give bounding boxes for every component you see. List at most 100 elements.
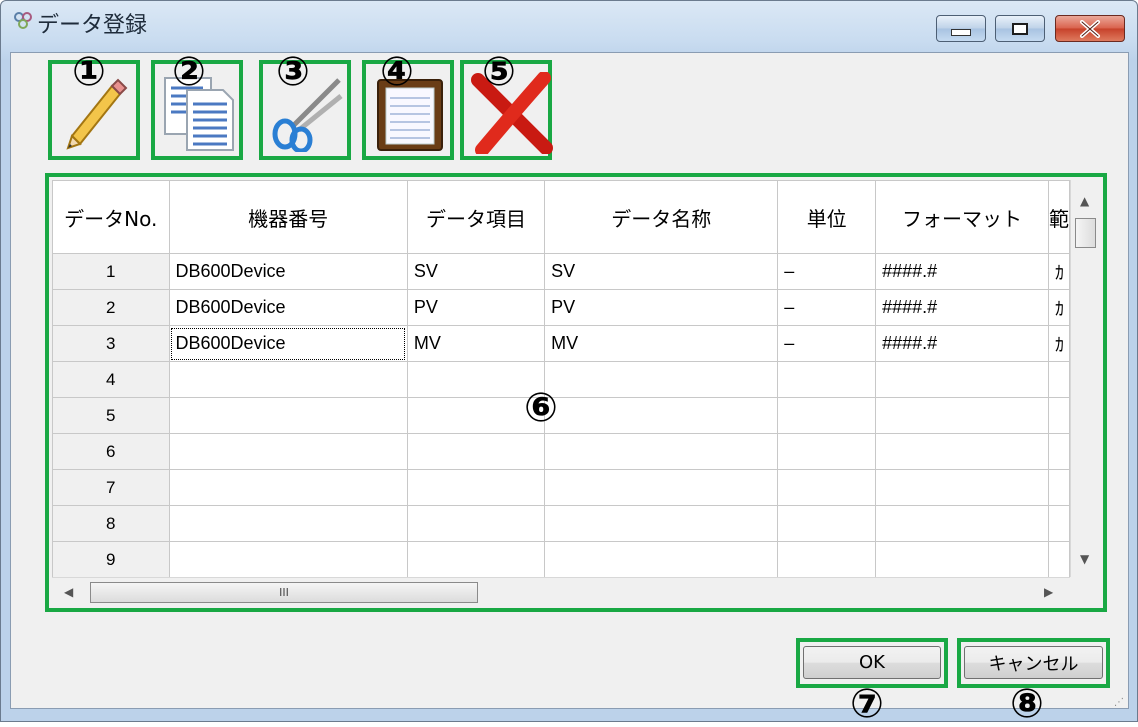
cell-format[interactable] xyxy=(875,505,1049,542)
cell-data-name[interactable]: PV xyxy=(544,289,779,326)
cell-unit[interactable] xyxy=(777,397,877,434)
cell-data-name[interactable]: MV xyxy=(544,325,779,362)
cell-data-name[interactable] xyxy=(544,469,779,506)
cell-device-number[interactable]: DB600Device xyxy=(168,325,408,362)
table-row[interactable]: 1 DB600Device SV SV – ####.# ｶ xyxy=(52,253,1070,290)
cell-format[interactable]: ####.# xyxy=(875,325,1049,362)
cell-data-name[interactable] xyxy=(544,397,779,434)
cell-data-name[interactable] xyxy=(544,541,779,577)
cell-device-number[interactable] xyxy=(168,361,408,398)
column-header-data-item[interactable]: データ項目 xyxy=(406,180,546,254)
cell-range[interactable] xyxy=(1047,361,1070,398)
cell-format[interactable] xyxy=(875,433,1049,470)
scroll-grip: III xyxy=(279,586,289,599)
cell-device-number[interactable]: DB600Device xyxy=(168,253,408,290)
row-number[interactable]: 3 xyxy=(52,325,170,362)
cell-data-item[interactable] xyxy=(406,469,546,506)
cell-data-item[interactable] xyxy=(406,505,546,542)
row-number[interactable]: 5 xyxy=(52,397,170,434)
marker-5: ⑤ xyxy=(482,49,516,95)
row-number[interactable]: 4 xyxy=(52,361,170,398)
table-row[interactable]: 6 xyxy=(52,433,1070,470)
app-icon xyxy=(14,12,32,29)
column-header-range[interactable]: 範 xyxy=(1047,180,1070,254)
column-header-format[interactable]: フォーマット xyxy=(875,180,1049,254)
row-number[interactable]: 1 xyxy=(52,253,170,290)
minimize-icon xyxy=(951,29,971,36)
cell-unit[interactable]: – xyxy=(777,253,877,290)
cell-unit[interactable] xyxy=(777,541,877,577)
cell-unit[interactable]: – xyxy=(777,289,877,326)
scroll-up-arrow-icon[interactable]: ▲ xyxy=(1080,194,1089,208)
cell-data-item[interactable]: SV xyxy=(406,253,546,290)
scroll-down-arrow-icon[interactable]: ▼ xyxy=(1080,552,1089,566)
column-header-data-name[interactable]: データ名称 xyxy=(544,180,779,254)
minimize-button[interactable] xyxy=(936,15,986,42)
column-header-device-number[interactable]: 機器番号 xyxy=(168,180,408,254)
cell-device-number[interactable] xyxy=(168,397,408,434)
cell-format[interactable] xyxy=(875,361,1049,398)
data-grid[interactable]: データNo. 機器番号 データ項目 データ名称 単位 フォーマット 範 1 DB6… xyxy=(52,180,1070,577)
cell-device-number[interactable]: DB600Device xyxy=(168,289,408,326)
horizontal-scrollbar[interactable]: ◀ III ▶ xyxy=(52,577,1070,607)
row-number[interactable]: 7 xyxy=(52,469,170,506)
cell-range[interactable]: ｶ xyxy=(1047,253,1070,290)
cell-unit[interactable]: – xyxy=(777,325,877,362)
cell-data-item[interactable] xyxy=(406,433,546,470)
ok-button[interactable]: OK xyxy=(803,646,941,679)
cell-device-number[interactable] xyxy=(168,505,408,542)
row-number[interactable]: 9 xyxy=(52,541,170,577)
table-row[interactable]: 3 DB600Device MV MV – ####.# ｶ xyxy=(52,325,1070,362)
marker-8: ⑧ xyxy=(1010,681,1044,727)
marker-2: ② xyxy=(172,49,206,95)
cell-device-number[interactable] xyxy=(168,433,408,470)
vertical-scroll-thumb[interactable] xyxy=(1075,218,1096,248)
column-header-data-no[interactable]: データNo. xyxy=(52,180,170,254)
cancel-button[interactable]: キャンセル xyxy=(964,646,1103,679)
row-number[interactable]: 6 xyxy=(52,433,170,470)
cell-device-number[interactable] xyxy=(168,541,408,577)
table-row[interactable]: 7 xyxy=(52,469,1070,506)
cell-unit[interactable] xyxy=(777,505,877,542)
cell-range[interactable] xyxy=(1047,541,1070,577)
grid-body: 1 DB600Device SV SV – ####.# ｶ 2 DB600Device PV PV… xyxy=(52,253,1070,577)
cell-range[interactable] xyxy=(1047,469,1070,506)
cell-data-item[interactable] xyxy=(406,541,546,577)
close-button[interactable] xyxy=(1055,15,1125,42)
cell-unit[interactable] xyxy=(777,361,877,398)
cell-unit[interactable] xyxy=(777,469,877,506)
cell-format[interactable] xyxy=(875,397,1049,434)
cell-unit[interactable] xyxy=(777,433,877,470)
cell-range[interactable] xyxy=(1047,397,1070,434)
maximize-button[interactable] xyxy=(995,15,1045,42)
cell-device-number[interactable] xyxy=(168,469,408,506)
cell-format[interactable]: ####.# xyxy=(875,253,1049,290)
table-row[interactable]: 9 xyxy=(52,541,1070,577)
table-row[interactable]: 8 xyxy=(52,505,1070,542)
cell-data-name[interactable] xyxy=(544,361,779,398)
close-icon xyxy=(1080,19,1100,38)
cell-range[interactable]: ｶ xyxy=(1047,289,1070,326)
vertical-scrollbar[interactable]: ▲ ▼ xyxy=(1070,180,1100,577)
row-number[interactable]: 2 xyxy=(52,289,170,326)
cell-data-item[interactable]: MV xyxy=(406,325,546,362)
cell-data-name[interactable]: SV xyxy=(544,253,779,290)
cell-format[interactable]: ####.# xyxy=(875,289,1049,326)
cell-data-item[interactable]: PV xyxy=(406,289,546,326)
scroll-left-arrow-icon[interactable]: ◀ xyxy=(64,585,73,599)
cell-range[interactable] xyxy=(1047,505,1070,542)
cell-data-name[interactable] xyxy=(544,505,779,542)
cell-format[interactable] xyxy=(875,469,1049,506)
cell-range[interactable] xyxy=(1047,433,1070,470)
table-row[interactable]: 4 xyxy=(52,361,1070,398)
table-row[interactable]: 5 xyxy=(52,397,1070,434)
table-row[interactable]: 2 DB600Device PV PV – ####.# ｶ xyxy=(52,289,1070,326)
resize-grip-icon[interactable]: ⋰ xyxy=(1114,697,1124,708)
scroll-right-arrow-icon[interactable]: ▶ xyxy=(1044,585,1053,599)
cell-range[interactable]: ｶ xyxy=(1047,325,1070,362)
row-number[interactable]: 8 xyxy=(52,505,170,542)
horizontal-scroll-thumb[interactable]: III xyxy=(90,582,478,603)
cell-data-name[interactable] xyxy=(544,433,779,470)
cell-format[interactable] xyxy=(875,541,1049,577)
column-header-unit[interactable]: 単位 xyxy=(777,180,877,254)
